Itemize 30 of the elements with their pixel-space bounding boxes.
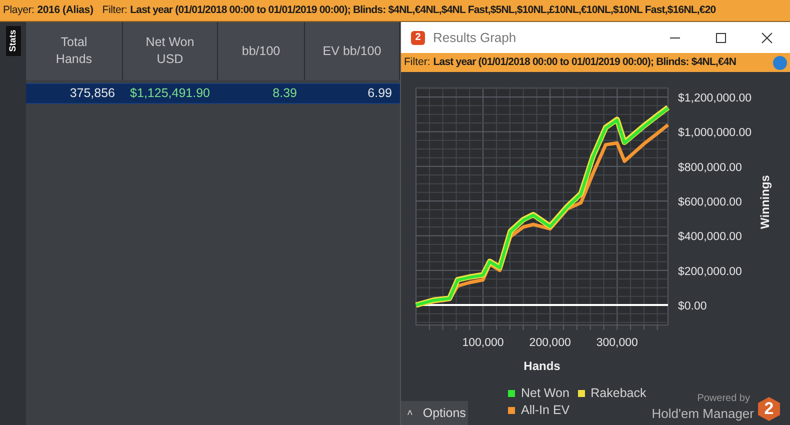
player-name: 2016 (Alias): [37, 2, 94, 18]
x-tick-label: 100,000: [462, 337, 504, 349]
y-tick-label: $1,000,000.00: [678, 127, 752, 140]
table-cell: $1,125,491.90: [130, 86, 210, 100]
table-cell: 375,856: [70, 86, 115, 100]
y-tick-label: $200,000.00: [678, 266, 742, 278]
filter-text: Last year (01/01/2018 00:00 to 01/01/2019 00:00); Blinds: $4NL,€4NL,$4NL Fast,$5NL,$10NL,£10NL,€10NL,$10NL Fast,$16NL,€20: [130, 2, 716, 18]
x-tick-label: 300,000: [596, 337, 638, 349]
table-cell: 8.39: [272, 86, 297, 100]
legend-label: All-In EV: [521, 402, 570, 419]
brand-logo: 2: [758, 397, 780, 421]
x-axis-title: Hands: [524, 359, 560, 372]
legend-label: Rakeback: [590, 385, 646, 402]
y-tick-label: $1,200,000.00: [678, 92, 752, 105]
x-tick-label: 200,000: [529, 337, 571, 349]
y-tick-label: $400,000.00: [678, 231, 742, 244]
y-tick-label: $600,000.00: [678, 196, 742, 209]
window-title: Results Graph: [433, 28, 518, 47]
app-logo: 2: [411, 30, 425, 44]
player-label: Player:: [3, 2, 34, 18]
filter-label: Filter:: [404, 54, 430, 70]
y-tick-label: $0.00: [678, 300, 707, 313]
y-axis-title: Winnings: [758, 175, 772, 229]
y-tick-label: $800,000.00: [678, 162, 742, 174]
filter-label: Filter:: [102, 2, 128, 18]
brand-name: Hold'em Manager: [652, 406, 754, 421]
filter-text: Last year (01/01/2018 00:00 to 01/01/2019 00:00); Blinds: $4NL,€4N: [433, 54, 736, 70]
legend-label: Net Won: [521, 385, 570, 402]
table-cell: 6.99: [368, 86, 392, 100]
powered-by-text: Powered by: [697, 392, 750, 406]
